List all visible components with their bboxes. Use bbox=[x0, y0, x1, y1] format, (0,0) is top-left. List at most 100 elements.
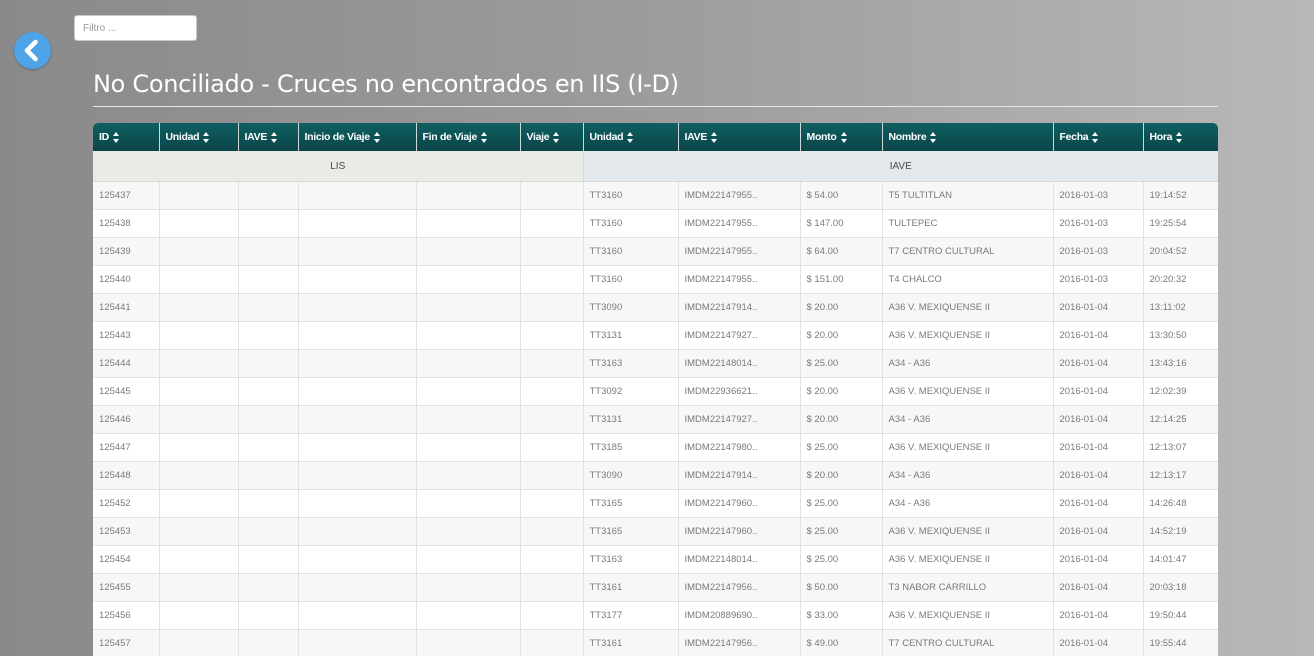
table-row[interactable]: 125444 TT3163 IMDM22148014.. $ 25.00 A34 - A… bbox=[93, 349, 1218, 378]
cell-inicio-de-viaje bbox=[298, 405, 417, 434]
table-row[interactable]: 125437 TT3160 IMDM22147955.. $ 54.00 T5 TULT… bbox=[93, 181, 1218, 210]
cell-lis-unidad bbox=[159, 377, 239, 406]
sort-icon bbox=[373, 131, 381, 143]
cell-hora: 12:14:25 bbox=[1143, 405, 1218, 434]
column-header-fecha[interactable]: Fecha bbox=[1053, 123, 1144, 151]
cell-monto: $ 20.00 bbox=[800, 321, 883, 350]
results-table-container: ID Unidad IAVE Inicio de Viaje Fin de Vi… bbox=[93, 123, 1218, 656]
table-row[interactable]: 125454 TT3163 IMDM22148014.. $ 25.00 A36 V. … bbox=[93, 545, 1218, 574]
cell-nombre: TULTEPEC bbox=[882, 209, 1054, 238]
cell-inicio-de-viaje bbox=[298, 377, 417, 406]
cell-lis-unidad bbox=[159, 405, 239, 434]
column-header-hora[interactable]: Hora bbox=[1143, 123, 1218, 151]
cell-iave-tag: IMDM22147960.. bbox=[678, 517, 801, 546]
group-label-iave: IAVE bbox=[583, 151, 1218, 182]
cell-inicio-de-viaje bbox=[298, 461, 417, 490]
cell-fin-de-viaje bbox=[416, 517, 521, 546]
cell-id: 125446 bbox=[93, 405, 160, 434]
cell-iave-tag: IMDM22147927.. bbox=[678, 321, 801, 350]
results-table: ID Unidad IAVE Inicio de Viaje Fin de Vi… bbox=[93, 123, 1218, 656]
cell-iave-tag: IMDM22147980.. bbox=[678, 433, 801, 462]
table-row[interactable]: 125447 TT3185 IMDM22147980.. $ 25.00 A36 V. … bbox=[93, 433, 1218, 462]
cell-iave-unidad: TT3160 bbox=[583, 265, 679, 294]
cell-lis-unidad bbox=[159, 293, 239, 322]
back-button[interactable] bbox=[14, 32, 51, 69]
column-header-id[interactable]: ID bbox=[93, 123, 160, 151]
cell-nombre: T5 TULTITLAN bbox=[882, 181, 1054, 210]
table-row[interactable]: 125446 TT3131 IMDM22147927.. $ 20.00 A34 - A… bbox=[93, 405, 1218, 434]
table-row[interactable]: 125443 TT3131 IMDM22147927.. $ 20.00 A36 V. … bbox=[93, 321, 1218, 350]
cell-nombre: A36 V. MEXIQUENSE II bbox=[882, 377, 1054, 406]
column-header-monto[interactable]: Monto bbox=[800, 123, 883, 151]
cell-nombre: A34 - A36 bbox=[882, 489, 1054, 518]
table-row[interactable]: 125453 TT3165 IMDM22147960.. $ 25.00 A36 V. … bbox=[93, 517, 1218, 546]
table-row[interactable]: 125448 TT3090 IMDM22147914.. $ 20.00 A34 - A… bbox=[93, 461, 1218, 490]
cell-lis-iave bbox=[238, 545, 299, 574]
cell-lis-iave bbox=[238, 181, 299, 210]
cell-iave-tag: IMDM22147955.. bbox=[678, 237, 801, 266]
cell-id: 125441 bbox=[93, 293, 160, 322]
table-row[interactable]: 125441 TT3090 IMDM22147914.. $ 20.00 A36 V. … bbox=[93, 293, 1218, 322]
cell-fecha: 2016-01-03 bbox=[1053, 209, 1144, 238]
cell-fin-de-viaje bbox=[416, 377, 521, 406]
cell-hora: 20:04:52 bbox=[1143, 237, 1218, 266]
table-row[interactable]: 125439 TT3160 IMDM22147955.. $ 64.00 T7 CENT… bbox=[93, 237, 1218, 266]
cell-iave-tag: IMDM22147955.. bbox=[678, 209, 801, 238]
cell-fin-de-viaje bbox=[416, 405, 521, 434]
cell-id: 125452 bbox=[93, 489, 160, 518]
column-header-fin-de-viaje[interactable]: Fin de Viaje bbox=[416, 123, 521, 151]
cell-fecha: 2016-01-04 bbox=[1053, 545, 1144, 574]
cell-lis-unidad bbox=[159, 433, 239, 462]
cell-monto: $ 33.00 bbox=[800, 601, 883, 630]
cell-fin-de-viaje bbox=[416, 321, 521, 350]
column-header-label: Viaje bbox=[526, 131, 550, 143]
cell-monto: $ 25.00 bbox=[800, 489, 883, 518]
cell-fin-de-viaje bbox=[416, 181, 521, 210]
filter-input[interactable] bbox=[74, 15, 197, 41]
column-header-label: Nombre bbox=[888, 131, 927, 143]
cell-monto: $ 151.00 bbox=[800, 265, 883, 294]
group-header-row: LIS IAVE bbox=[93, 151, 1218, 182]
cell-monto: $ 50.00 bbox=[800, 573, 883, 602]
column-header-nombre[interactable]: Nombre bbox=[882, 123, 1054, 151]
column-header-iave-unidad[interactable]: Unidad bbox=[583, 123, 679, 151]
table-row[interactable]: 125452 TT3165 IMDM22147960.. $ 25.00 A34 - A… bbox=[93, 489, 1218, 518]
cell-id: 125455 bbox=[93, 573, 160, 602]
table-row[interactable]: 125438 TT3160 IMDM22147955.. $ 147.00 TULTEP… bbox=[93, 209, 1218, 238]
column-header-inicio-de-viaje[interactable]: Inicio de Viaje bbox=[298, 123, 417, 151]
sort-icon bbox=[271, 131, 278, 143]
column-header-label: Inicio de Viaje bbox=[304, 131, 371, 143]
cell-hora: 14:26:48 bbox=[1143, 489, 1218, 518]
cell-lis-unidad bbox=[159, 489, 239, 518]
table-row[interactable]: 125455 TT3161 IMDM22147956.. $ 50.00 T3 NABO… bbox=[93, 573, 1218, 602]
cell-viaje bbox=[520, 293, 584, 322]
cell-hora: 20:20:32 bbox=[1143, 265, 1218, 294]
column-header-lis-unidad[interactable]: Unidad bbox=[159, 123, 239, 151]
cell-iave-tag: IMDM22147955.. bbox=[678, 265, 801, 294]
cell-id: 125457 bbox=[93, 629, 160, 656]
table-row[interactable]: 125457 TT3161 IMDM22147956.. $ 49.00 T7 CENT… bbox=[93, 629, 1218, 656]
cell-viaje bbox=[520, 433, 584, 462]
cell-iave-tag: IMDM22147960.. bbox=[678, 489, 801, 518]
cell-id: 125439 bbox=[93, 237, 160, 266]
table-row[interactable]: 125440 TT3160 IMDM22147955.. $ 151.00 T4 CHA… bbox=[93, 265, 1218, 294]
table-row[interactable]: 125445 TT3092 IMDM22936621.. $ 20.00 A36 V. … bbox=[93, 377, 1218, 406]
sort-icon bbox=[627, 131, 634, 143]
cell-monto: $ 25.00 bbox=[800, 349, 883, 378]
cell-nombre: T7 CENTRO CULTURAL bbox=[882, 629, 1054, 656]
table-row[interactable]: 125456 TT3177 IMDM20889690.. $ 33.00 A36 V. … bbox=[93, 601, 1218, 630]
cell-fecha: 2016-01-03 bbox=[1053, 237, 1144, 266]
cell-id: 125437 bbox=[93, 181, 160, 210]
column-header-label: Unidad bbox=[589, 131, 624, 143]
cell-hora: 19:14:52 bbox=[1143, 181, 1218, 210]
cell-monto: $ 20.00 bbox=[800, 377, 883, 406]
cell-inicio-de-viaje bbox=[298, 629, 417, 656]
column-header-iave-iave[interactable]: IAVE bbox=[678, 123, 801, 151]
column-header-viaje[interactable]: Viaje bbox=[520, 123, 584, 151]
cell-lis-iave bbox=[238, 601, 299, 630]
column-header-label: Monto bbox=[806, 131, 837, 143]
cell-monto: $ 20.00 bbox=[800, 405, 883, 434]
cell-nombre: A34 - A36 bbox=[882, 461, 1054, 490]
cell-iave-unidad: TT3165 bbox=[583, 517, 679, 546]
column-header-lis-iave[interactable]: IAVE bbox=[238, 123, 299, 151]
